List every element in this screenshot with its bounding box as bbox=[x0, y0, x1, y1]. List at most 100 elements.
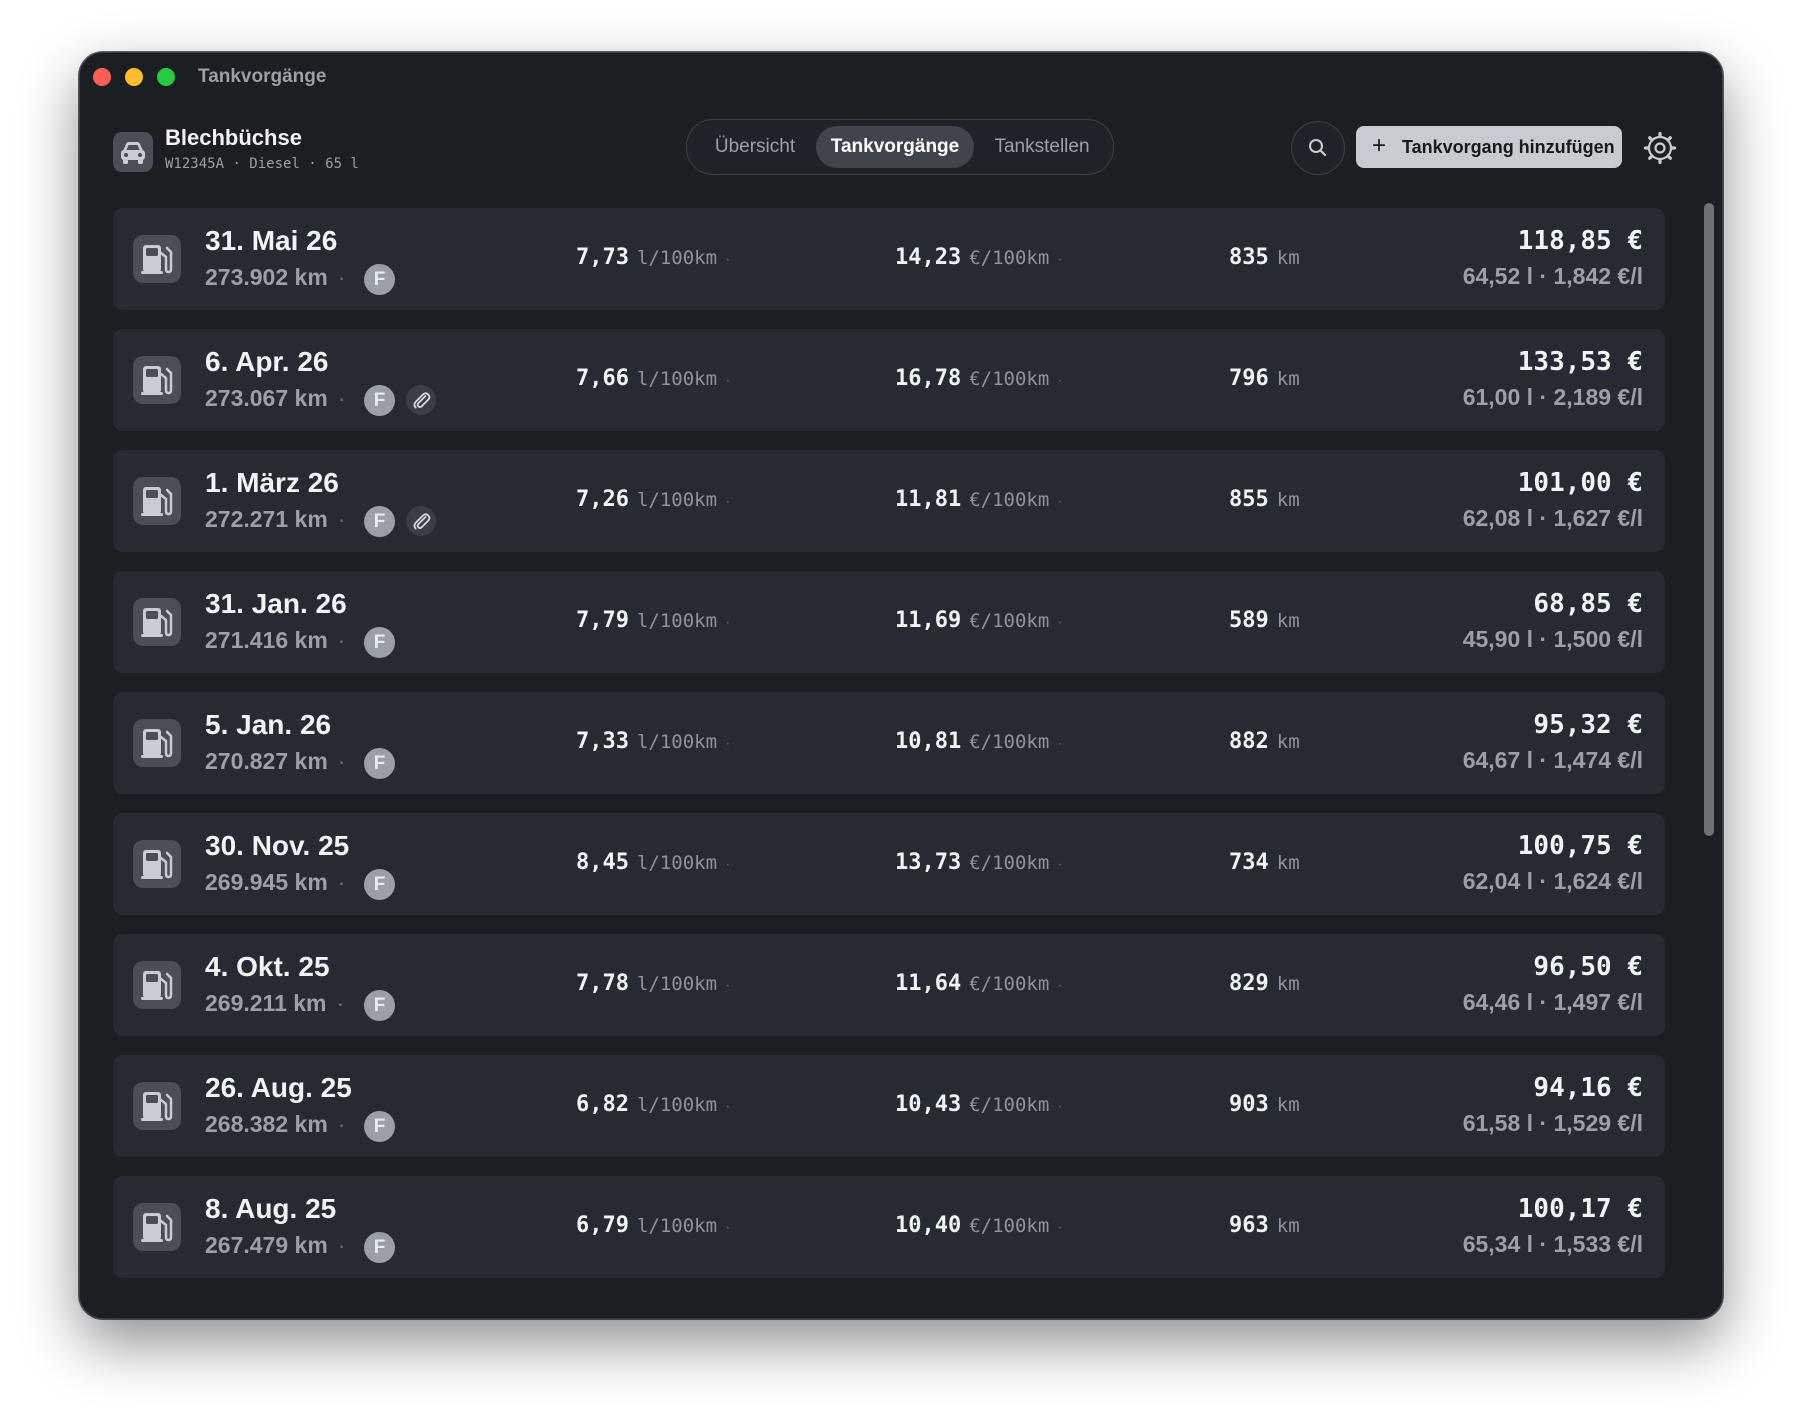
total-price: 101,00 € bbox=[1517, 468, 1643, 498]
cost-value: 10,81 bbox=[895, 729, 962, 754]
fuel-pump-icon bbox=[133, 477, 181, 525]
minimize-window-button[interactable] bbox=[125, 68, 143, 86]
cost-unit: €/100km bbox=[969, 247, 1050, 269]
refueling-list[interactable]: 31. Mai 26 273.902 km · F 7,73 l/100km · 14… bbox=[113, 208, 1665, 1280]
distance-value: 589 bbox=[1229, 608, 1269, 633]
refueling-row[interactable]: 31. Jan. 26 271.416 km · F 7,79 l/100km · 1… bbox=[113, 571, 1665, 673]
fuel-pump-icon bbox=[133, 1203, 181, 1251]
refueling-date: 6. Apr. 26 bbox=[205, 346, 329, 377]
separator-dot: · bbox=[1057, 856, 1063, 873]
separator-dot: · bbox=[1057, 372, 1063, 389]
close-window-button[interactable] bbox=[93, 68, 111, 86]
view-tabs: Übersicht Tankvorgänge Tankstellen bbox=[686, 119, 1114, 175]
volume-and-unit-price: 65,34 l · 1,533 €/l bbox=[1462, 1231, 1643, 1257]
distance: 835 km bbox=[1229, 245, 1300, 270]
total-price: 96,50 € bbox=[1533, 952, 1643, 982]
consumption-unit: l/100km bbox=[636, 1215, 718, 1237]
odometer-line: 273.067 km · bbox=[205, 385, 345, 412]
paperclip-icon[interactable] bbox=[406, 506, 436, 536]
refueling-date: 26. Aug. 25 bbox=[205, 1072, 352, 1103]
gear-icon[interactable] bbox=[1643, 131, 1677, 165]
separator-dot: · bbox=[1057, 1219, 1063, 1236]
title-bar: Tankvorgänge bbox=[80, 53, 1722, 99]
separator-dot: · bbox=[725, 372, 731, 389]
cost-unit: €/100km bbox=[969, 731, 1050, 753]
consumption: 6,79 l/100km · bbox=[576, 1213, 730, 1238]
volume-and-unit-price: 64,46 l · 1,497 €/l bbox=[1462, 989, 1643, 1015]
separator-dot: · bbox=[337, 627, 346, 653]
separator-dot: · bbox=[337, 748, 346, 774]
separator-dot: · bbox=[1057, 1098, 1063, 1115]
total-price: 118,85 € bbox=[1517, 226, 1643, 256]
refueling-row[interactable]: 30. Nov. 25 269.945 km · F 8,45 l/100km · 1… bbox=[113, 813, 1665, 915]
volume-and-unit-price: 64,67 l · 1,474 €/l bbox=[1462, 747, 1643, 773]
consumption-unit: l/100km bbox=[636, 852, 718, 874]
cost-unit: €/100km bbox=[969, 610, 1050, 632]
scrollbar-thumb[interactable] bbox=[1704, 203, 1714, 836]
total-price: 100,75 € bbox=[1517, 831, 1643, 861]
consumption: 7,66 l/100km · bbox=[576, 366, 730, 391]
consumption-value: 7,79 bbox=[576, 608, 629, 633]
window-title: Tankvorgänge bbox=[198, 66, 327, 87]
scrollbar[interactable] bbox=[1702, 203, 1716, 1283]
paperclip-icon[interactable] bbox=[406, 385, 436, 415]
distance-unit: km bbox=[1276, 1215, 1300, 1237]
refueling-date: 5. Jan. 26 bbox=[205, 709, 332, 740]
refueling-row[interactable]: 31. Mai 26 273.902 km · F 7,73 l/100km · 14… bbox=[113, 208, 1665, 310]
full-tank-badge: F bbox=[364, 506, 395, 537]
cost-per-100km: 16,78 €/100km · bbox=[895, 366, 1063, 391]
add-refueling-label: Tankvorgang hinzufügen bbox=[1402, 137, 1615, 157]
distance-value: 734 bbox=[1229, 850, 1269, 875]
refueling-row[interactable]: 26. Aug. 25 268.382 km · F 6,82 l/100km · 1… bbox=[113, 1055, 1665, 1157]
separator-dot: · bbox=[337, 506, 346, 532]
distance: 903 km bbox=[1229, 1092, 1300, 1117]
consumption: 7,79 l/100km · bbox=[576, 608, 730, 633]
consumption-value: 6,82 bbox=[576, 1092, 629, 1117]
distance-value: 855 bbox=[1229, 487, 1269, 512]
odometer-value: 269.945 km bbox=[205, 869, 328, 895]
fuel-pump-icon bbox=[133, 840, 181, 888]
separator-dot: · bbox=[337, 385, 346, 411]
search-icon bbox=[1309, 139, 1327, 157]
volume-and-unit-price: 45,90 l · 1,500 €/l bbox=[1462, 626, 1643, 652]
car-icon bbox=[113, 132, 153, 172]
separator-dot: · bbox=[725, 856, 731, 873]
volume-and-unit-price: 64,52 l · 1,842 €/l bbox=[1462, 263, 1643, 289]
distance-value: 882 bbox=[1229, 729, 1269, 754]
odometer-value: 273.067 km bbox=[205, 385, 328, 411]
total-price: 68,85 € bbox=[1533, 589, 1643, 619]
cost-per-100km: 11,69 €/100km · bbox=[895, 608, 1063, 633]
refueling-row[interactable]: 1. März 26 272.271 km · F 7,26 l/100km · 11… bbox=[113, 450, 1665, 552]
distance-unit: km bbox=[1276, 368, 1300, 390]
fuel-pump-icon bbox=[133, 235, 181, 283]
separator-dot: · bbox=[725, 614, 731, 631]
refueling-date: 8. Aug. 25 bbox=[205, 1193, 337, 1224]
full-tank-badge: F bbox=[364, 627, 395, 658]
consumption-value: 7,33 bbox=[576, 729, 629, 754]
tab-stations[interactable]: Tankstellen bbox=[976, 126, 1108, 168]
add-refueling-button[interactable]: + Tankvorgang hinzufügen bbox=[1356, 126, 1622, 168]
volume-and-unit-price: 62,08 l · 1,627 €/l bbox=[1462, 505, 1643, 531]
cost-per-100km: 13,73 €/100km · bbox=[895, 850, 1063, 875]
full-tank-badge: F bbox=[364, 264, 395, 295]
tab-overview[interactable]: Übersicht bbox=[695, 126, 815, 168]
separator-dot: · bbox=[337, 1111, 346, 1137]
odometer-value: 272.271 km bbox=[205, 506, 328, 532]
distance-unit: km bbox=[1276, 247, 1300, 269]
consumption-unit: l/100km bbox=[636, 1094, 718, 1116]
zoom-window-button[interactable] bbox=[157, 68, 175, 86]
refueling-date: 1. März 26 bbox=[205, 467, 339, 498]
cost-value: 13,73 bbox=[895, 850, 962, 875]
refueling-row[interactable]: 5. Jan. 26 270.827 km · F 7,33 l/100km · 10… bbox=[113, 692, 1665, 794]
refueling-row[interactable]: 8. Aug. 25 267.479 km · F 6,79 l/100km · 10… bbox=[113, 1176, 1665, 1278]
distance: 796 km bbox=[1229, 366, 1300, 391]
consumption-value: 7,66 bbox=[576, 366, 629, 391]
full-tank-badge: F bbox=[364, 748, 395, 779]
refueling-row[interactable]: 6. Apr. 26 273.067 km · F 7,66 l/100km · 16… bbox=[113, 329, 1665, 431]
refueling-row[interactable]: 4. Okt. 25 269.211 km · F 7,78 l/100km · 11… bbox=[113, 934, 1665, 1036]
full-tank-badge: F bbox=[364, 1111, 395, 1142]
tab-refuelings[interactable]: Tankvorgänge bbox=[816, 126, 974, 168]
search-button[interactable] bbox=[1291, 121, 1345, 175]
cost-value: 11,69 bbox=[895, 608, 962, 633]
distance: 855 km bbox=[1229, 487, 1300, 512]
